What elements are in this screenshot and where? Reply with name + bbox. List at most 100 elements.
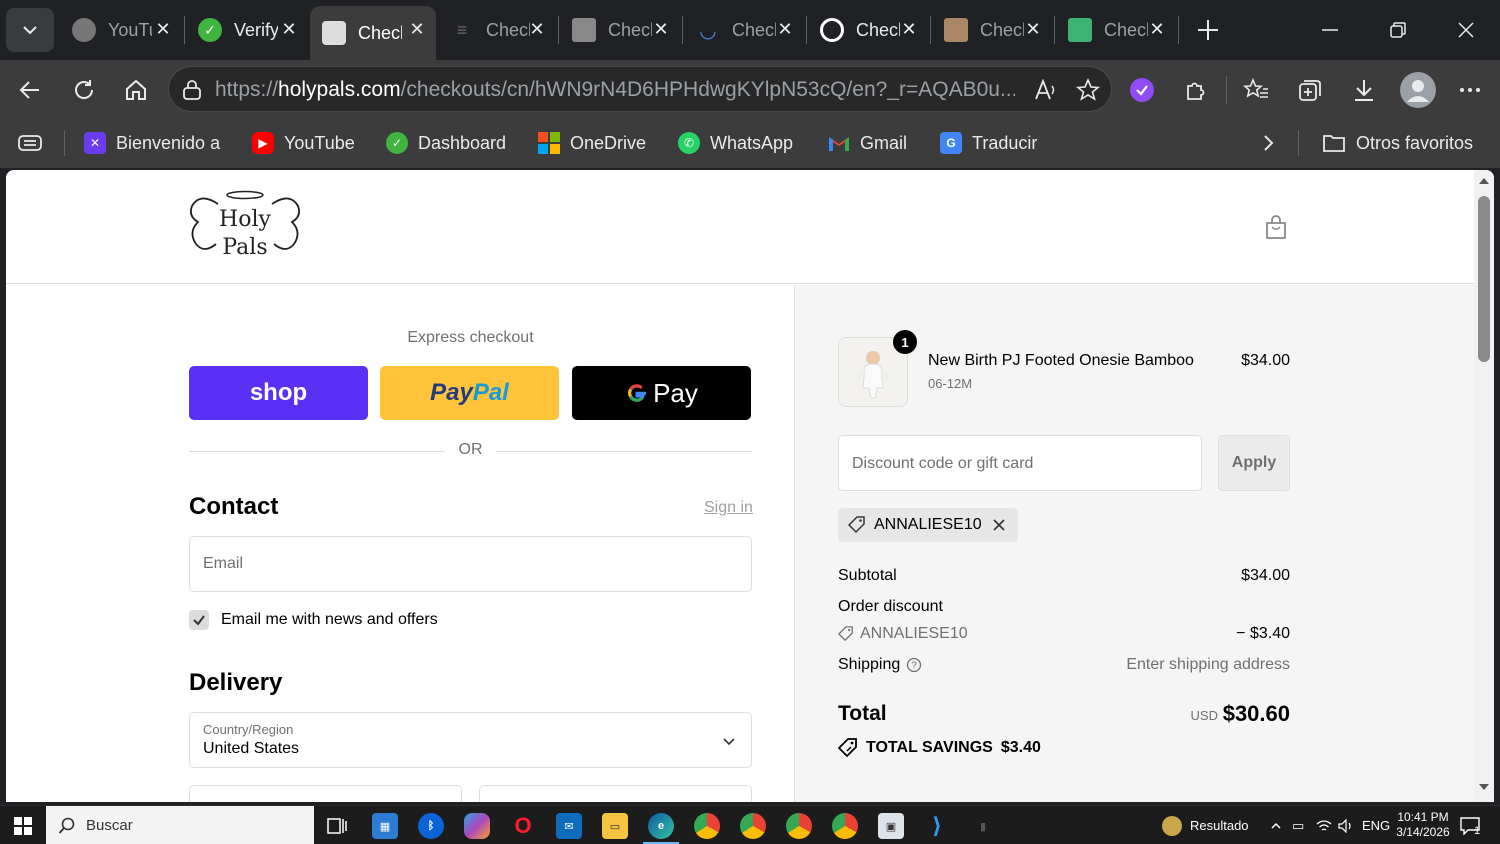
- reload-button[interactable]: [66, 72, 102, 108]
- discount-code-input[interactable]: Discount code or gift card: [838, 435, 1202, 491]
- tab-checkout[interactable]: ◡ Checkout ✕: [684, 6, 804, 54]
- chrome-icon[interactable]: [832, 813, 858, 839]
- bookmark-dashboard[interactable]: ✓ Dashboard: [386, 130, 506, 156]
- home-button[interactable]: [118, 72, 154, 108]
- start-button[interactable]: [0, 806, 46, 844]
- edge-icon[interactable]: e: [648, 813, 674, 839]
- restore-button[interactable]: [1378, 10, 1418, 50]
- apply-discount-button[interactable]: Apply: [1218, 435, 1290, 491]
- tab-youtube[interactable]: YouTube ✕: [60, 6, 182, 54]
- chrome-icon[interactable]: [740, 813, 766, 839]
- file-explorer-icon[interactable]: ▭: [602, 813, 628, 839]
- favorite-star-icon[interactable]: [1075, 77, 1101, 103]
- task-view-icon[interactable]: [324, 813, 350, 839]
- extensions-button[interactable]: [1178, 72, 1214, 108]
- last-name-field[interactable]: [479, 785, 752, 802]
- tab-checkout[interactable]: Checkout ✕: [932, 6, 1052, 54]
- wifi-icon[interactable]: [1316, 806, 1332, 844]
- battery-icon[interactable]: ▭: [1292, 806, 1304, 844]
- google-pay-button[interactable]: Pay: [572, 366, 751, 420]
- close-icon[interactable]: ✕: [1146, 18, 1168, 40]
- chevron-up-icon: [1271, 822, 1281, 829]
- minimize-button[interactable]: [1310, 10, 1350, 50]
- bookmark-youtube[interactable]: ▶ YouTube: [252, 130, 355, 156]
- back-button[interactable]: [12, 72, 48, 108]
- email-field[interactable]: Email: [189, 536, 752, 592]
- shopping-bag-icon[interactable]: [1263, 214, 1289, 240]
- read-aloud-icon[interactable]: [1033, 77, 1059, 103]
- close-icon[interactable]: ✕: [898, 18, 920, 40]
- show-hidden-icons[interactable]: [1270, 806, 1282, 844]
- url-text[interactable]: https://holypals.com/checkouts/cn/hWN9rN…: [215, 78, 1015, 102]
- close-icon[interactable]: ✕: [526, 18, 548, 40]
- order-summary: 1 New Birth PJ Footed Onesie Bamboo 06-1…: [794, 285, 1474, 802]
- close-icon[interactable]: ✕: [152, 18, 174, 40]
- close-icon[interactable]: ✕: [650, 18, 672, 40]
- chrome-icon[interactable]: [786, 813, 812, 839]
- tab-checkout[interactable]: ≡ Checkout ✕: [438, 6, 556, 54]
- opera-icon[interactable]: O: [510, 813, 536, 839]
- outlook-icon[interactable]: ✉: [556, 813, 582, 839]
- bookmark-gmail[interactable]: Gmail: [828, 130, 907, 156]
- tab-checkout[interactable]: Checkout ✕: [808, 6, 928, 54]
- close-icon[interactable]: ✕: [1022, 18, 1044, 40]
- chrome-icon[interactable]: [694, 813, 720, 839]
- favorites-button[interactable]: [1238, 72, 1274, 108]
- new-tab-button[interactable]: [1190, 12, 1226, 48]
- address-bar[interactable]: https://holypals.com/checkouts/cn/hWN9rN…: [168, 66, 1112, 112]
- close-window-button[interactable]: [1446, 10, 1486, 50]
- news-offers-checkbox-row[interactable]: Email me with news and offers: [189, 609, 438, 631]
- tray-result[interactable]: Resultado: [1162, 806, 1249, 844]
- scroll-thumb[interactable]: [1478, 196, 1490, 362]
- country-region-select[interactable]: Country/Region United States: [189, 712, 752, 768]
- profile-button[interactable]: [1398, 70, 1438, 110]
- bookmark-bienvenido[interactable]: ✕ Bienvenido a: [84, 130, 220, 156]
- downloads-button[interactable]: [1346, 72, 1382, 108]
- paypal-button[interactable]: Pay Pal: [380, 366, 559, 420]
- reading-mode-button[interactable]: [18, 130, 42, 156]
- notifications-button[interactable]: 1: [1460, 806, 1480, 844]
- tab-checkout-active[interactable]: Checkout ✕: [310, 6, 436, 60]
- scroll-up-arrow-icon[interactable]: [1479, 178, 1489, 184]
- remove-code-icon[interactable]: [992, 518, 1006, 532]
- taskbar-clock[interactable]: 10:41 PM 3/14/2026: [1395, 810, 1451, 840]
- bluetooth-icon[interactable]: ᛒ: [418, 813, 444, 839]
- scroll-down-arrow-icon[interactable]: [1479, 784, 1489, 790]
- tab-checkout[interactable]: Checkout ✕: [560, 6, 680, 54]
- bookmark-traducir[interactable]: G Traducir: [940, 130, 1037, 156]
- tab-checkout[interactable]: Checkout ✕: [1056, 6, 1176, 54]
- copilot-icon[interactable]: [464, 813, 490, 839]
- bookmark-whatsapp[interactable]: ✆ WhatsApp: [678, 130, 793, 156]
- close-icon[interactable]: ✕: [774, 18, 796, 40]
- collections-button[interactable]: [1292, 72, 1328, 108]
- tab-verify[interactable]: ✓ Verify ✕: [186, 6, 308, 54]
- shipping-value: Enter shipping address: [1126, 656, 1290, 673]
- close-icon[interactable]: ✕: [406, 18, 428, 40]
- close-icon[interactable]: ✕: [278, 18, 300, 40]
- shop-pay-button[interactable]: shop: [189, 366, 368, 420]
- page-scrollbar[interactable]: [1474, 170, 1494, 802]
- settings-menu-button[interactable]: [1452, 72, 1488, 108]
- bookmark-label: WhatsApp: [710, 132, 794, 153]
- google-g-icon: [628, 384, 647, 402]
- more-bookmarks-button[interactable]: [1258, 130, 1278, 156]
- volume-icon[interactable]: [1338, 806, 1354, 844]
- news-offers-checkbox[interactable]: [189, 610, 209, 630]
- copilot-extension-button[interactable]: [1124, 72, 1160, 108]
- other-favorites-folder[interactable]: Otros favoritos: [1322, 130, 1473, 156]
- vscode-icon[interactable]: ⟩: [924, 813, 950, 839]
- lock-icon[interactable]: [181, 79, 203, 101]
- remote-desktop-icon[interactable]: ▣: [878, 813, 904, 839]
- help-circle-icon[interactable]: ?: [906, 657, 922, 673]
- bookmark-onedrive[interactable]: OneDrive: [538, 130, 646, 156]
- list-icon: ≡: [456, 19, 468, 40]
- holy-pals-logo[interactable]: Holy Pals: [188, 190, 302, 262]
- input-language[interactable]: ENG: [1362, 806, 1390, 844]
- first-name-field[interactable]: [189, 785, 462, 802]
- taskbar-search[interactable]: Buscar: [46, 806, 314, 844]
- calculator-icon[interactable]: ▦: [372, 813, 398, 839]
- tab-actions-menu-button[interactable]: [6, 8, 54, 52]
- sign-in-link[interactable]: Sign in: [704, 499, 753, 517]
- dashboard-icon: ✓: [386, 132, 408, 154]
- app-icon[interactable]: ▮: [970, 813, 996, 839]
